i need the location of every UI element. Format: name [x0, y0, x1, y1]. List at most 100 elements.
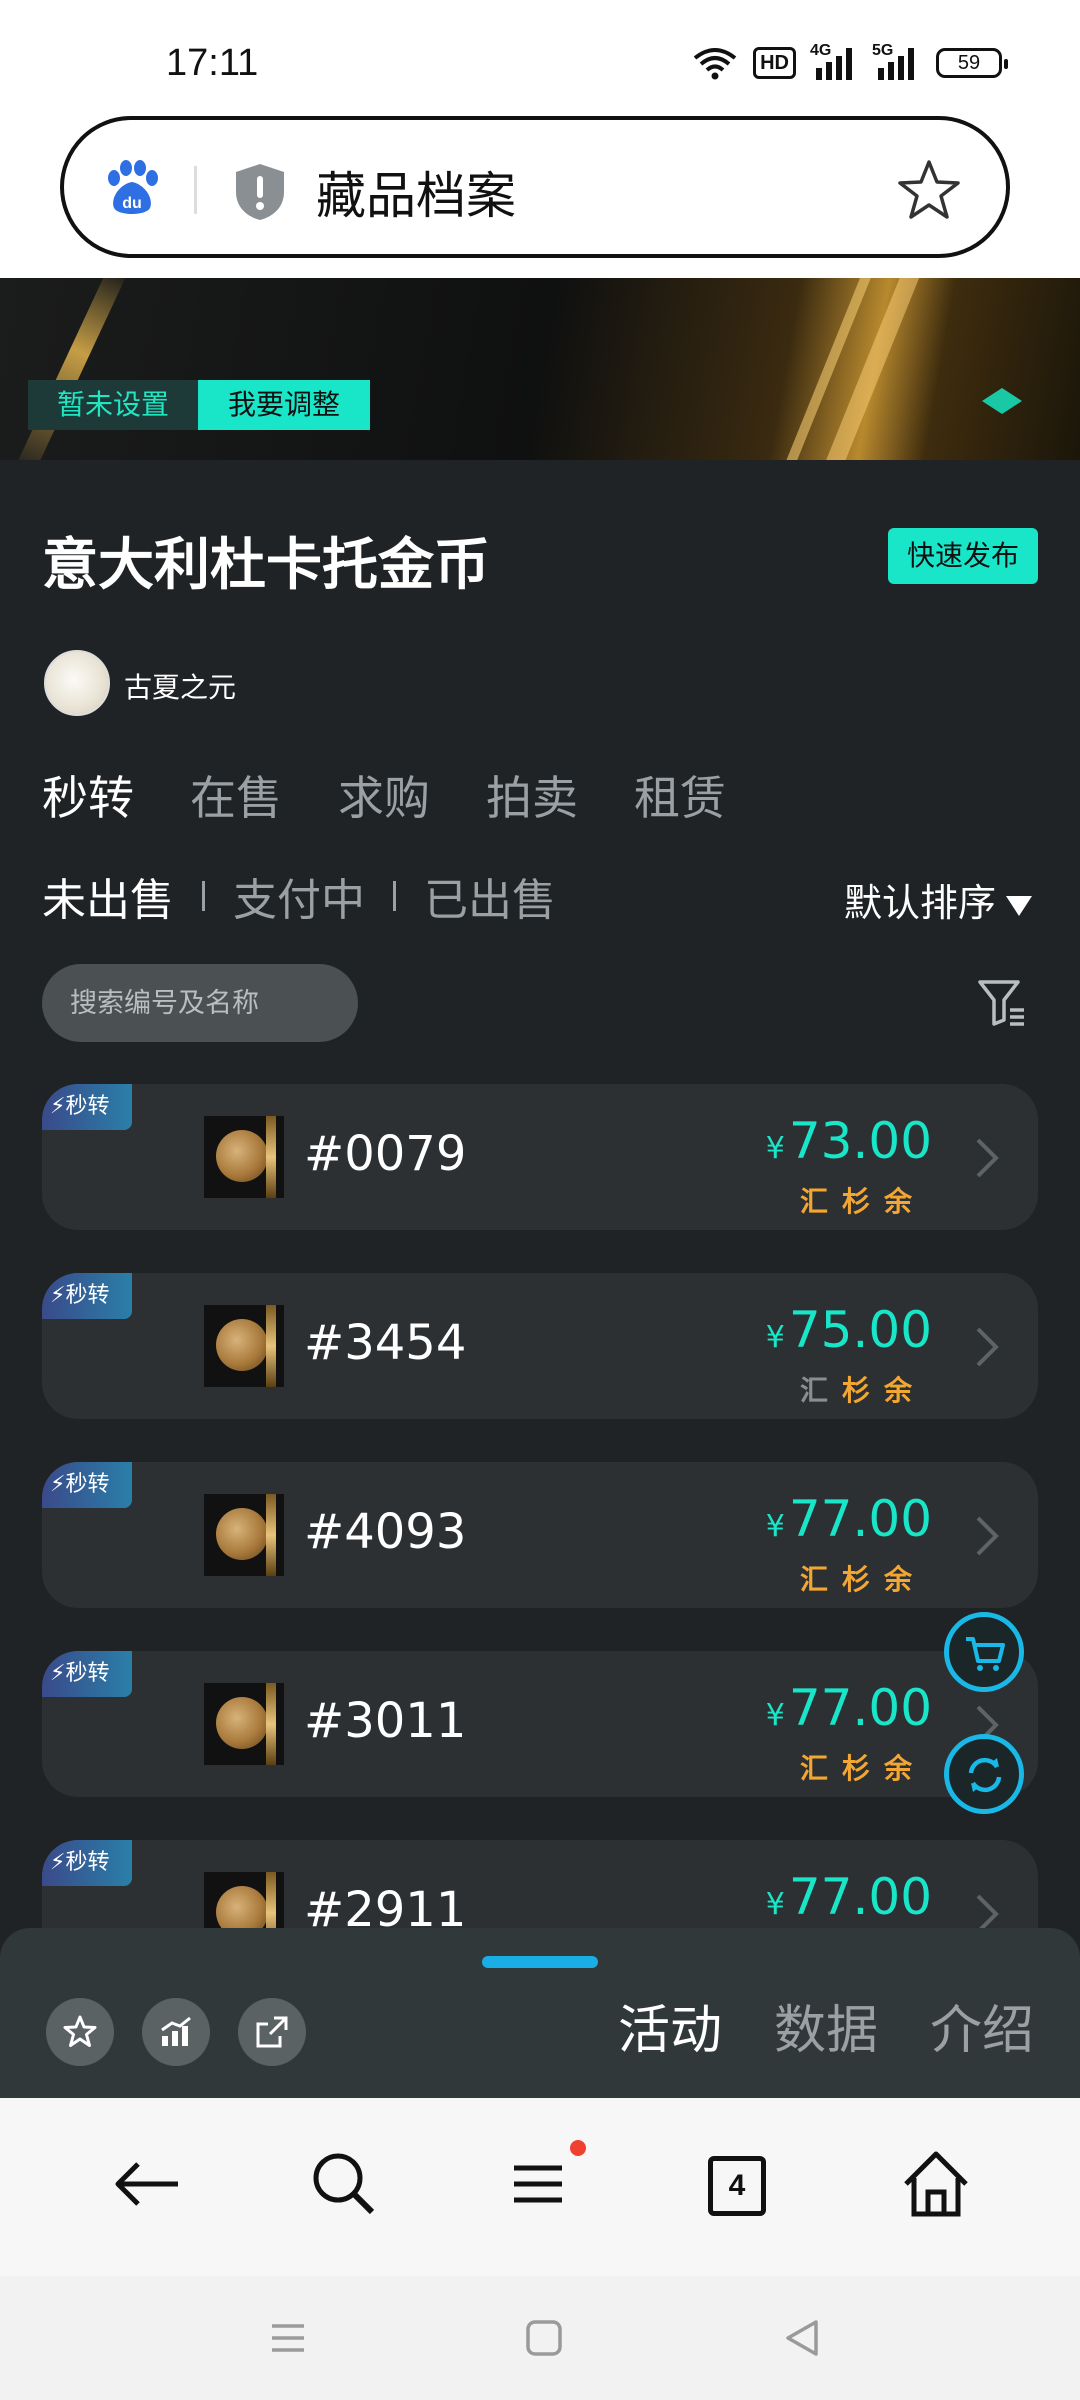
subtab-paying[interactable]: 支付中 — [233, 864, 365, 928]
item-number: #4093 — [304, 1504, 467, 1560]
page-title-text: 藏品档案 — [316, 167, 516, 225]
chart-button[interactable] — [142, 1998, 210, 2066]
browser-top-bar: du 藏品档案 — [0, 110, 1080, 278]
sort-label: 默认排序 — [844, 881, 997, 925]
bottom-action-sheet: 活动 数据 介绍 — [0, 1928, 1080, 2098]
cart-button[interactable] — [944, 1612, 1024, 1692]
recent-apps-icon[interactable] — [266, 2316, 310, 2360]
home-icon[interactable] — [896, 2144, 976, 2224]
author-name[interactable]: 古夏之元 — [124, 666, 236, 706]
address-divider — [194, 166, 197, 214]
star-icon — [63, 2015, 97, 2047]
banner-decoration — [12, 278, 128, 460]
item-thumbnail — [204, 1305, 284, 1387]
tab-on-sale[interactable]: 在售 — [190, 762, 282, 828]
share-icon — [256, 2016, 288, 2048]
back-arrow-icon[interactable] — [108, 2144, 188, 2224]
item-price: ¥77.00 — [765, 1679, 932, 1737]
browser-bottom-nav: 4 — [0, 2098, 1080, 2276]
coin-image — [216, 1319, 268, 1371]
item-thumbnail — [204, 1116, 284, 1198]
author-avatar[interactable] — [44, 650, 110, 716]
address-bar[interactable]: du 藏品档案 — [60, 116, 1010, 258]
subtab-divider — [393, 881, 396, 911]
search-input[interactable] — [42, 964, 358, 1042]
item-price: ¥73.00 — [765, 1112, 932, 1170]
search-box[interactable] — [42, 964, 358, 1042]
hd-icon: HD — [753, 47, 796, 79]
coin-image — [216, 1697, 268, 1749]
battery-icon: 59 — [936, 48, 1008, 78]
status-icons: HD 4G 5G 59 — [693, 42, 1008, 80]
tab-data[interactable]: 数据 — [774, 1988, 878, 2063]
list-item[interactable]: ⚡秒转 #3011 ¥77.00 汇杉余 — [42, 1651, 1038, 1797]
trend-chart-icon — [161, 2016, 191, 2046]
instant-transfer-badge: ⚡秒转 — [42, 1084, 132, 1130]
cart-icon — [966, 1637, 1005, 1671]
item-number: #3011 — [304, 1693, 467, 1749]
tab-auction[interactable]: 拍卖 — [486, 762, 578, 828]
bookmark-star-icon[interactable] — [896, 158, 962, 224]
sheet-tabs: 活动 数据 介绍 — [618, 1988, 1034, 2063]
coin-image — [216, 1130, 268, 1182]
back-triangle-icon[interactable] — [780, 2316, 824, 2360]
payment-tags: 汇杉余 — [799, 1563, 926, 1596]
adjust-button[interactable]: 我要调整 — [198, 380, 370, 430]
subtab-sold[interactable]: 已出售 — [424, 864, 556, 928]
banner-decoration — [775, 278, 875, 460]
notification-dot — [570, 2140, 586, 2156]
sort-dropdown[interactable]: 默认排序 — [844, 872, 1033, 927]
dropdown-triangle-icon — [1006, 895, 1033, 916]
refresh-icon — [968, 1757, 1002, 1793]
status-time: 17:11 — [166, 42, 259, 84]
collection-title: 意大利杜卡托金币 — [42, 533, 490, 598]
item-price: ¥75.00 — [765, 1301, 932, 1359]
home-square-icon[interactable] — [522, 2316, 566, 2360]
drag-handle[interactable] — [482, 1956, 598, 1968]
status-subtabs: 未出售 支付中 已出售 — [42, 864, 556, 928]
security-shield-icon[interactable] — [232, 162, 288, 222]
instant-transfer-badge: ⚡秒转 — [42, 1840, 132, 1886]
favorite-button[interactable] — [46, 1998, 114, 2066]
tab-wanted[interactable]: 求购 — [338, 762, 430, 828]
filter-icon[interactable] — [976, 976, 1030, 1030]
baidu-logo-icon[interactable]: du — [102, 158, 162, 218]
tab-instant-transfer[interactable]: 秒转 — [42, 762, 134, 828]
tab-lease[interactable]: 租赁 — [634, 762, 726, 828]
chevron-right-icon — [976, 1516, 999, 1556]
diamond-icon[interactable] — [980, 386, 1024, 416]
signal-5g-icon: 5G — [872, 42, 920, 80]
system-navigation-bar — [0, 2276, 1080, 2400]
refresh-button[interactable] — [944, 1734, 1024, 1814]
search-icon[interactable] — [304, 2144, 384, 2224]
chevron-right-icon — [976, 1138, 999, 1178]
menu-icon[interactable] — [498, 2144, 578, 2224]
item-price: ¥77.00 — [765, 1490, 932, 1548]
wifi-icon — [693, 48, 737, 80]
item-thumbnail — [204, 1683, 284, 1765]
instant-transfer-badge: ⚡秒转 — [42, 1651, 132, 1697]
subtab-unsold[interactable]: 未出售 — [42, 864, 174, 928]
item-price: ¥77.00 — [765, 1868, 932, 1926]
tab-intro[interactable]: 介绍 — [930, 1988, 1034, 2063]
status-bar: 17:11 HD 4G 5G 59 — [0, 0, 1080, 110]
payment-tags: 汇杉余 — [799, 1752, 926, 1785]
chevron-right-icon — [976, 1327, 999, 1367]
svg-text:du: du — [122, 195, 142, 212]
item-number: #3454 — [304, 1315, 467, 1371]
not-set-button[interactable]: 暂未设置 — [28, 380, 198, 430]
instant-transfer-badge: ⚡秒转 — [42, 1462, 132, 1508]
list-item[interactable]: ⚡秒转 #3454 ¥75.00 汇杉余 — [42, 1273, 1038, 1419]
collection-banner: 暂未设置 我要调整 — [0, 278, 1080, 460]
item-thumbnail — [204, 1494, 284, 1576]
tab-count-button[interactable]: 4 — [708, 2156, 766, 2216]
signal-4g-icon: 4G — [810, 42, 858, 80]
instant-transfer-badge: ⚡秒转 — [42, 1273, 132, 1319]
share-button[interactable] — [238, 1998, 306, 2066]
list-item[interactable]: ⚡秒转 #4093 ¥77.00 汇杉余 — [42, 1462, 1038, 1608]
tab-activity[interactable]: 活动 — [618, 1988, 722, 2063]
item-number: #0079 — [304, 1126, 467, 1182]
quick-publish-button[interactable]: 快速发布 — [888, 528, 1038, 584]
payment-tags: 汇杉余 — [799, 1185, 926, 1218]
list-item[interactable]: ⚡秒转 #0079 ¥73.00 汇杉余 — [42, 1084, 1038, 1230]
